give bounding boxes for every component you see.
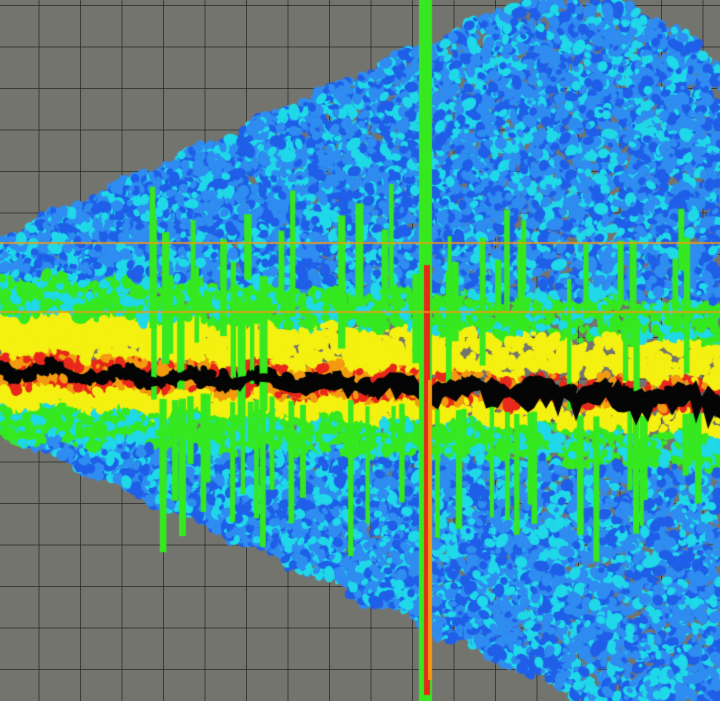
spectrogram-canvas bbox=[0, 0, 720, 701]
spectrogram-artwork bbox=[0, 0, 720, 701]
